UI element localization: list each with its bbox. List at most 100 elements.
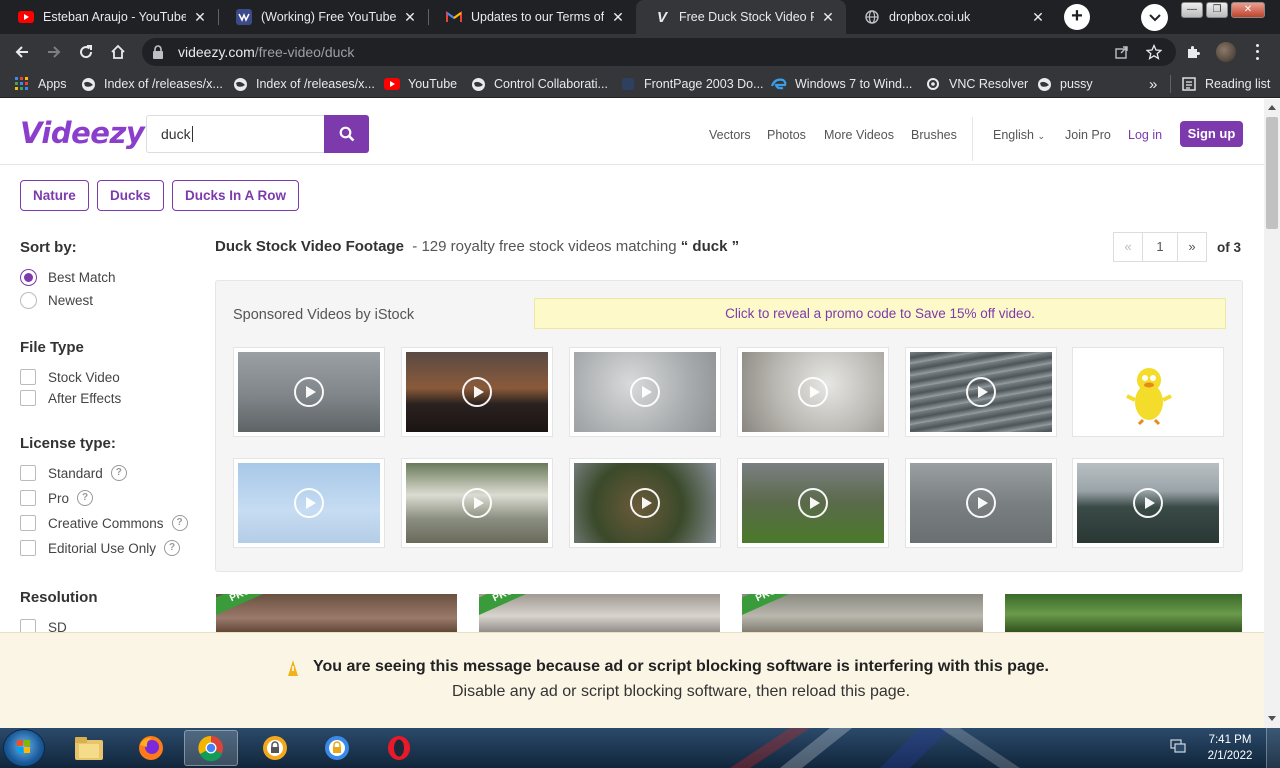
reload-button[interactable] [74, 40, 98, 64]
help-icon[interactable]: ? [77, 490, 94, 506]
filter-creative-commons[interactable]: Creative Commons ? [20, 514, 188, 532]
video-thumbnail[interactable] [569, 458, 721, 548]
tab-dropbox[interactable]: dropbox.coi.uk ✕ [846, 0, 1056, 34]
video-thumbnail[interactable] [401, 347, 553, 437]
signup-button[interactable]: Sign up [1180, 121, 1243, 147]
tag-chip-ducks-in-a-row[interactable]: Ducks In A Row [172, 180, 300, 211]
forward-button[interactable] [42, 40, 66, 64]
video-thumbnail[interactable] [1072, 347, 1224, 437]
tab-videezy[interactable]: V Free Duck Stock Video Foot ✕ [636, 0, 846, 34]
pager-current-input[interactable]: 1 [1142, 232, 1178, 262]
bookmark-control[interactable]: Control Collaborati... [470, 75, 608, 93]
result-video-card[interactable]: PRO [479, 594, 720, 634]
video-thumbnail[interactable] [737, 458, 889, 548]
sort-best-match[interactable]: Best Match [20, 268, 116, 286]
bookmark-apps[interactable]: Apps [14, 75, 67, 93]
filter-stock-video[interactable]: Stock Video [20, 368, 120, 386]
video-thumbnail[interactable] [905, 347, 1057, 437]
bookmark-star-icon[interactable] [1144, 42, 1164, 62]
nav-photos[interactable]: Photos [767, 128, 806, 142]
video-thumbnail[interactable] [569, 347, 721, 437]
help-icon[interactable]: ? [164, 540, 181, 556]
search-button[interactable] [324, 115, 369, 153]
home-button[interactable] [106, 40, 130, 64]
tab-gmail[interactable]: Updates to our Terms of Se ✕ [428, 0, 636, 34]
taskbar-chrome[interactable] [184, 730, 238, 766]
video-thumbnail[interactable] [1072, 458, 1224, 548]
video-thumbnail[interactable] [401, 458, 553, 548]
bookmark-vnc[interactable]: VNC Resolver [925, 75, 1028, 93]
windows-start-button[interactable] [3, 729, 45, 767]
filter-after-effects[interactable]: After Effects [20, 389, 121, 407]
video-thumbnail[interactable] [233, 347, 385, 437]
pager-next-button[interactable]: » [1177, 232, 1207, 262]
tab-search-button[interactable] [1141, 4, 1168, 31]
close-tab-icon[interactable]: ✕ [610, 9, 626, 26]
tag-chip-ducks[interactable]: Ducks [97, 180, 164, 211]
close-tab-icon[interactable]: ✕ [1030, 9, 1046, 26]
scroll-down-arrow[interactable] [1268, 716, 1276, 721]
help-icon[interactable]: ? [110, 465, 127, 481]
bookmarks-overflow-button[interactable]: » [1149, 75, 1157, 93]
radio-unselected[interactable] [20, 291, 37, 309]
chrome-menu-icon[interactable] [1252, 42, 1262, 62]
checkbox[interactable] [20, 369, 36, 385]
checkbox[interactable] [20, 390, 36, 406]
share-icon[interactable] [1112, 42, 1132, 62]
network-icon[interactable] [1170, 739, 1186, 753]
scrollbar-thumb[interactable] [1266, 117, 1278, 229]
extensions-icon[interactable] [1183, 42, 1203, 62]
checkbox[interactable] [20, 490, 36, 506]
filter-standard[interactable]: Standard ? [20, 464, 127, 482]
videezy-logo[interactable]: Videezy [20, 116, 145, 150]
minimize-button[interactable]: — [1181, 2, 1203, 18]
address-bar[interactable]: videezy.com/free-video/duck [142, 38, 1176, 66]
bookmark-index-1[interactable]: Index of /releases/x... [80, 75, 223, 93]
close-window-button[interactable]: ✕ [1231, 2, 1265, 18]
radio-selected[interactable] [20, 268, 37, 286]
login-link[interactable]: Log in [1128, 128, 1162, 142]
taskbar-opera[interactable] [372, 730, 426, 766]
tab-youtube[interactable]: Esteban Araujo - YouTube ✕ [0, 0, 218, 34]
tab-working[interactable]: (Working) Free YouTube Pr ✕ [218, 0, 428, 34]
close-tab-icon[interactable]: ✕ [402, 9, 418, 26]
taskbar-explorer[interactable] [62, 730, 116, 766]
bookmark-other[interactable]: pussy [1036, 75, 1093, 93]
video-thumbnail[interactable] [905, 458, 1057, 548]
taskbar-app-lock-1[interactable] [248, 730, 302, 766]
filter-editorial[interactable]: Editorial Use Only ? [20, 539, 181, 557]
new-tab-button[interactable]: + [1064, 4, 1090, 30]
nav-vectors[interactable]: Vectors [709, 128, 751, 142]
show-desktop-button[interactable] [1266, 728, 1280, 768]
result-video-card[interactable]: PRO [742, 594, 983, 634]
video-thumbnail[interactable] [737, 347, 889, 437]
video-thumbnail[interactable] [233, 458, 385, 548]
taskbar-app-lock-2[interactable] [310, 730, 364, 766]
filter-pro[interactable]: Pro ? [20, 489, 94, 507]
checkbox[interactable] [20, 465, 36, 481]
profile-avatar[interactable] [1216, 42, 1236, 62]
close-tab-icon[interactable]: ✕ [192, 9, 208, 26]
checkbox[interactable] [20, 540, 36, 556]
nav-more-videos[interactable]: More Videos [824, 128, 894, 142]
maximize-button[interactable]: ❐ [1206, 2, 1228, 18]
nav-brushes[interactable]: Brushes [911, 128, 957, 142]
result-video-card[interactable] [1005, 594, 1242, 634]
pager-prev-button[interactable]: « [1113, 232, 1143, 262]
join-pro-link[interactable]: Join Pro [1065, 128, 1111, 142]
help-icon[interactable]: ? [171, 515, 188, 531]
promo-code-banner[interactable]: Click to reveal a promo code to Save 15%… [534, 298, 1226, 329]
back-button[interactable] [10, 40, 34, 64]
system-clock[interactable]: 7:41 PM 2/1/2022 [1200, 732, 1260, 764]
reading-list-button[interactable]: Reading list [1181, 75, 1270, 93]
taskbar-firefox[interactable] [124, 730, 178, 766]
bookmark-windows[interactable]: Windows 7 to Wind... [771, 75, 912, 93]
tag-chip-nature[interactable]: Nature [20, 180, 89, 211]
close-tab-icon[interactable]: ✕ [820, 9, 836, 26]
page-scrollbar[interactable] [1264, 99, 1280, 728]
result-video-card[interactable]: PRO [216, 594, 457, 634]
search-input[interactable]: duck [146, 115, 325, 153]
sort-newest[interactable]: Newest [20, 291, 93, 309]
scroll-up-arrow[interactable] [1268, 105, 1276, 110]
bookmark-frontpage[interactable]: FrontPage 2003 Do... [620, 75, 764, 93]
